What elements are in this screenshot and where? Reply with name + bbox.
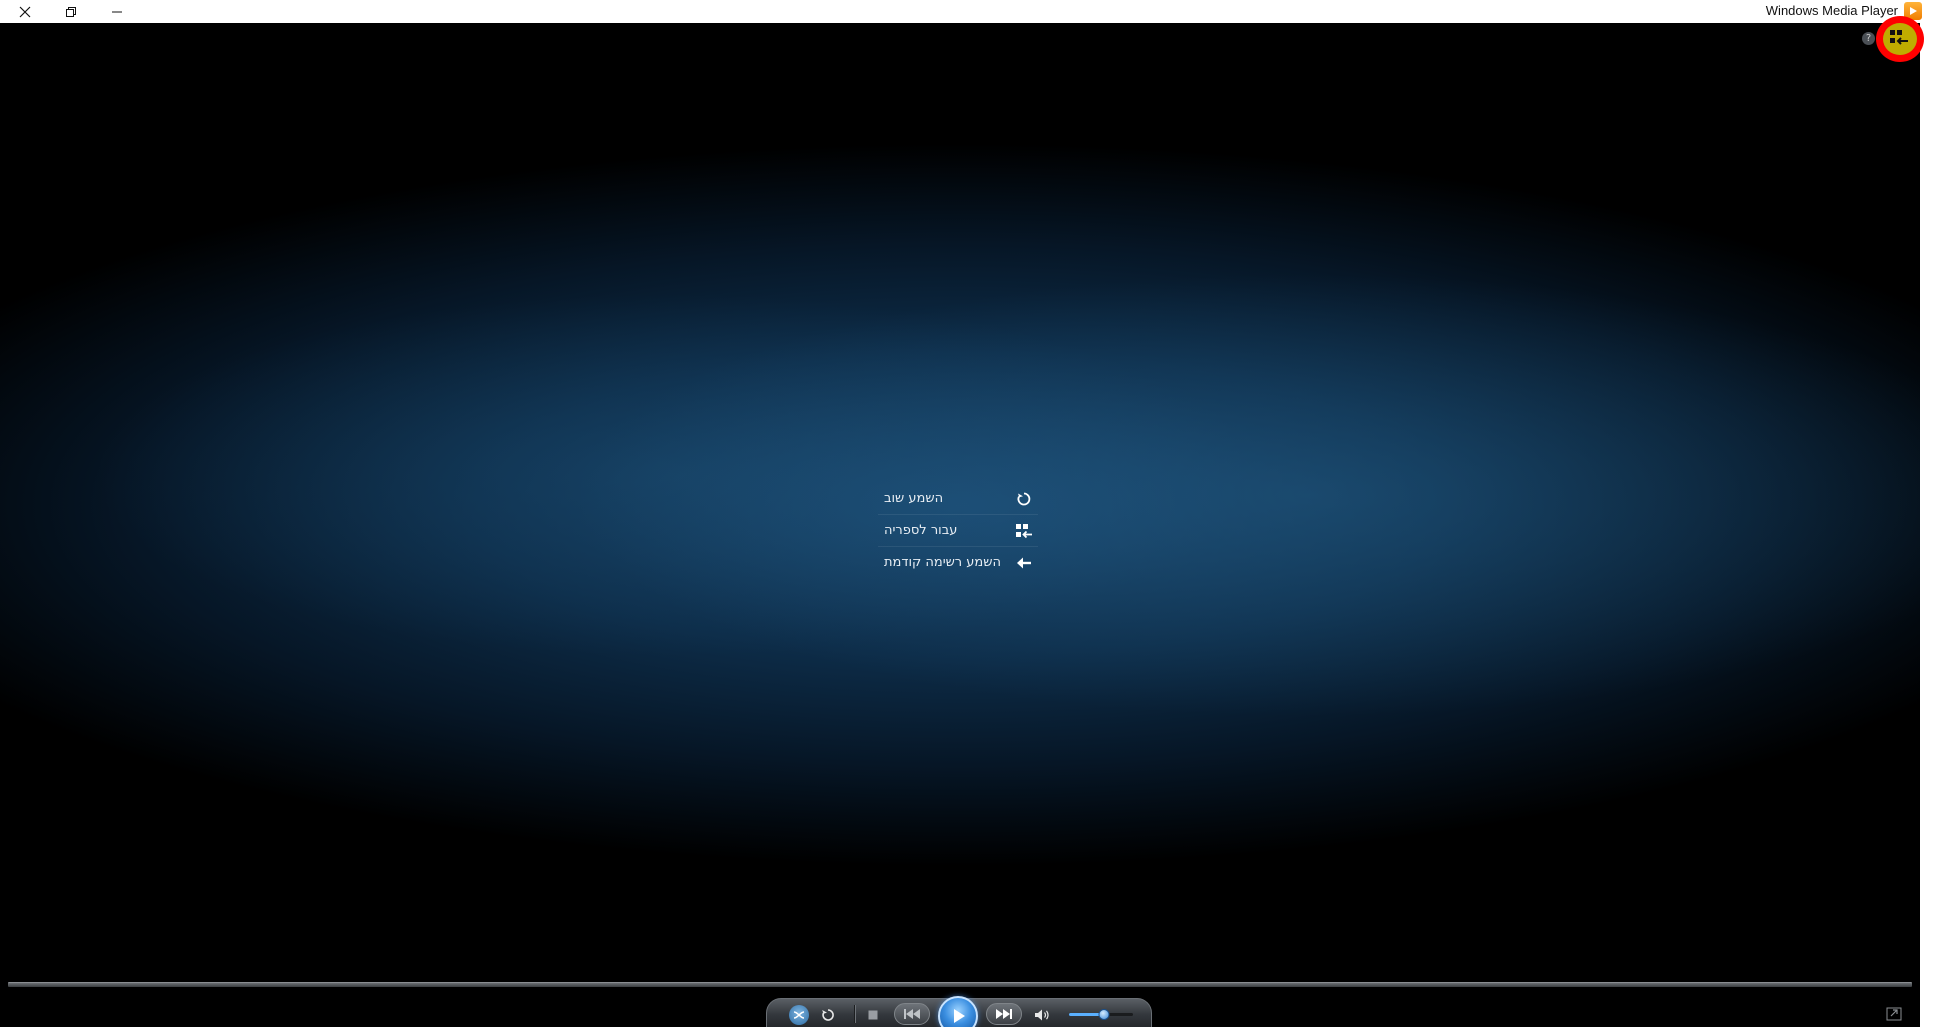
shuffle-icon bbox=[793, 1011, 805, 1019]
volume-thumb[interactable] bbox=[1098, 1009, 1110, 1020]
volume-slider[interactable] bbox=[1069, 1009, 1133, 1020]
play-button[interactable] bbox=[938, 996, 978, 1027]
restore-icon bbox=[66, 6, 76, 17]
minimize-button[interactable] bbox=[94, 0, 140, 23]
switch-to-library-icon bbox=[1890, 30, 1908, 45]
restore-button[interactable] bbox=[48, 0, 94, 23]
play-previous-list-label: השמע רשימה קודמת bbox=[884, 555, 1001, 570]
previous-button[interactable] bbox=[894, 1003, 930, 1025]
stop-icon bbox=[868, 1010, 878, 1020]
window-title: Windows Media Player bbox=[1765, 3, 1898, 18]
fullscreen-icon bbox=[1886, 1007, 1902, 1021]
play-again-label: השמע שוב bbox=[884, 491, 944, 506]
wmp-logo-icon bbox=[1904, 2, 1922, 20]
fullscreen-button[interactable] bbox=[1886, 1006, 1902, 1021]
previous-icon bbox=[904, 1009, 920, 1019]
repeat-icon bbox=[822, 1009, 834, 1021]
next-icon bbox=[996, 1009, 1012, 1019]
go-to-library-item[interactable]: עבור לספריה bbox=[878, 514, 1038, 546]
title-bar: Windows Media Player bbox=[0, 0, 1936, 24]
play-icon bbox=[954, 1009, 965, 1023]
close-button[interactable] bbox=[2, 0, 48, 23]
minimize-icon bbox=[112, 11, 122, 12]
library-icon bbox=[1014, 521, 1034, 541]
wmp-window: Windows Media Player ? השמע שוב עבור לספ… bbox=[0, 0, 1936, 1027]
play-again-item[interactable]: השמע שוב bbox=[878, 483, 1038, 514]
help-button[interactable]: ? bbox=[1862, 32, 1875, 45]
replay-icon bbox=[1014, 489, 1034, 509]
stop-button[interactable] bbox=[863, 1005, 883, 1025]
seek-bar[interactable] bbox=[8, 982, 1912, 987]
back-arrow-icon bbox=[1014, 553, 1034, 573]
end-of-playback-menu: השמע שוב עבור לספריה השמע רשימה קודמת bbox=[878, 483, 1038, 578]
window-edge bbox=[1920, 23, 1936, 1027]
shuffle-button[interactable] bbox=[789, 1005, 809, 1025]
next-button[interactable] bbox=[986, 1003, 1022, 1025]
help-icon: ? bbox=[1865, 33, 1872, 44]
controls-separator bbox=[854, 1005, 856, 1023]
close-icon bbox=[19, 6, 31, 17]
mute-button[interactable] bbox=[1032, 1005, 1052, 1025]
play-previous-list-item[interactable]: השמע רשימה קודמת bbox=[878, 546, 1038, 578]
speaker-icon bbox=[1035, 1009, 1049, 1021]
playback-controls bbox=[766, 996, 1152, 1027]
go-to-library-label: עבור לספריה bbox=[884, 523, 958, 538]
switch-to-library-button[interactable] bbox=[1882, 22, 1916, 54]
repeat-button[interactable] bbox=[818, 1005, 838, 1025]
